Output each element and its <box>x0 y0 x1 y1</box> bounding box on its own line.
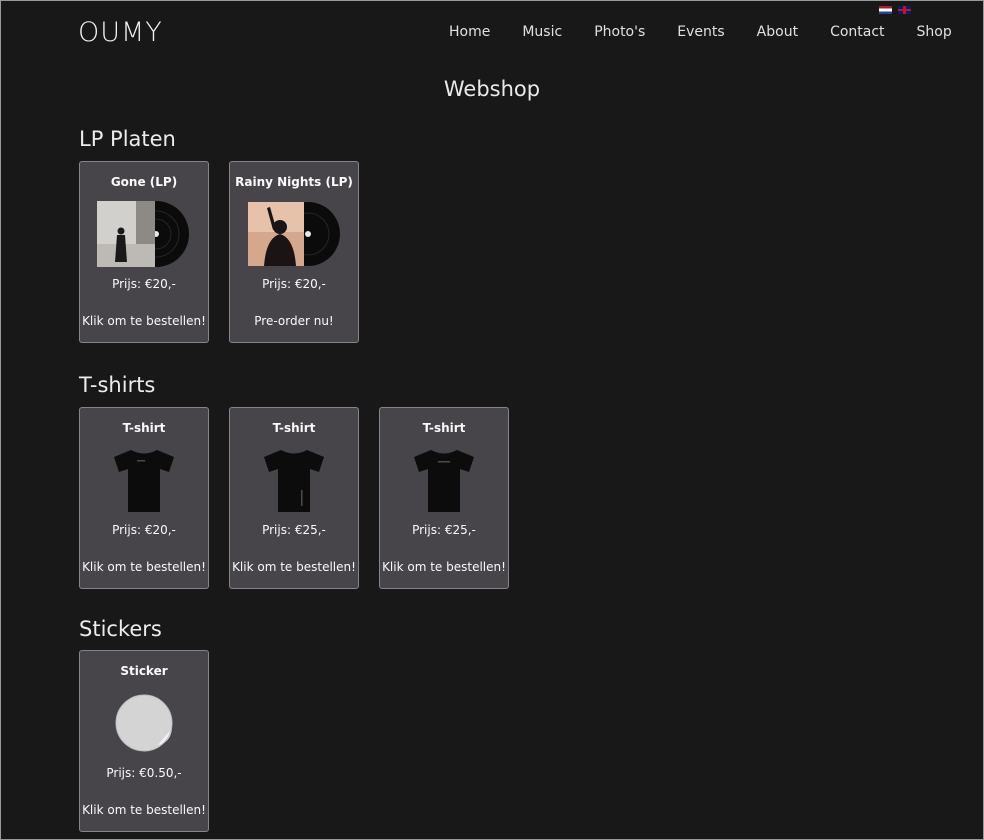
order-link[interactable]: Klik om te bestellen! <box>380 560 508 574</box>
site-logo[interactable]: OUMY <box>78 17 163 48</box>
product-title: T-shirt <box>422 421 466 435</box>
order-link[interactable]: Klik om te bestellen! <box>230 560 358 574</box>
order-link[interactable]: Klik om te bestellen! <box>80 803 208 817</box>
product-title: Sticker <box>120 664 168 678</box>
product-price: Prijs: €20,- <box>112 523 176 537</box>
nav-home[interactable]: Home <box>449 24 490 40</box>
tshirt-image <box>414 450 474 512</box>
nav-about[interactable]: About <box>757 24 798 40</box>
flag-uk-icon[interactable] <box>898 6 911 14</box>
product-title: Gone (LP) <box>110 175 178 189</box>
order-link[interactable]: Klik om te bestellen! <box>80 560 208 574</box>
lp-gone-cover-image <box>97 201 189 267</box>
product-price: Prijs: €25,- <box>412 523 476 537</box>
product-title: T-shirt <box>272 421 316 435</box>
product-price: Prijs: €20,- <box>112 277 176 291</box>
section-title-lp: LP Platen <box>79 127 176 151</box>
product-card-lp-rainy-nights[interactable]: Rainy Nights (LP) Prijs: €20,- Pre-order… <box>229 161 359 343</box>
flag-nl-icon[interactable] <box>879 6 892 14</box>
sticker-image <box>115 694 173 752</box>
product-title: Rainy Nights (LP) <box>235 175 353 189</box>
product-card-tshirt-2[interactable]: T-shirt Prijs: €25,- Klik om te bestelle… <box>229 407 359 589</box>
product-card-sticker[interactable]: Sticker Prijs: €0.50,- Klik om te bestel… <box>79 650 209 832</box>
product-price: Prijs: €25,- <box>262 523 326 537</box>
page-title: Webshop <box>443 77 541 101</box>
language-switcher <box>879 6 911 14</box>
nav-music[interactable]: Music <box>522 24 562 40</box>
product-price: Prijs: €20,- <box>262 277 326 291</box>
nav-contact[interactable]: Contact <box>830 24 884 40</box>
section-title-stickers: Stickers <box>79 617 162 641</box>
nav-events[interactable]: Events <box>677 24 724 40</box>
preorder-link[interactable]: Pre-order nu! <box>230 314 358 328</box>
nav-photos[interactable]: Photo's <box>594 24 645 40</box>
tshirt-image <box>264 450 324 512</box>
nav-shop[interactable]: Shop <box>917 24 952 40</box>
main-nav: Home Music Photo's Events About Contact … <box>449 24 952 40</box>
product-price: Prijs: €0.50,- <box>106 766 182 780</box>
product-card-lp-gone[interactable]: Gone (LP) Prijs: €20,- Klik om te bestel… <box>79 161 209 343</box>
product-card-tshirt-1[interactable]: T-shirt Prijs: €20,- Klik om te bestelle… <box>79 407 209 589</box>
tshirt-image <box>114 450 174 512</box>
section-title-tshirts: T-shirts <box>79 373 156 397</box>
lp-rainy-nights-cover-image <box>248 202 340 266</box>
product-card-tshirt-3[interactable]: T-shirt Prijs: €25,- Klik om te bestelle… <box>379 407 509 589</box>
order-link[interactable]: Klik om te bestellen! <box>80 314 208 328</box>
product-title: T-shirt <box>122 421 166 435</box>
